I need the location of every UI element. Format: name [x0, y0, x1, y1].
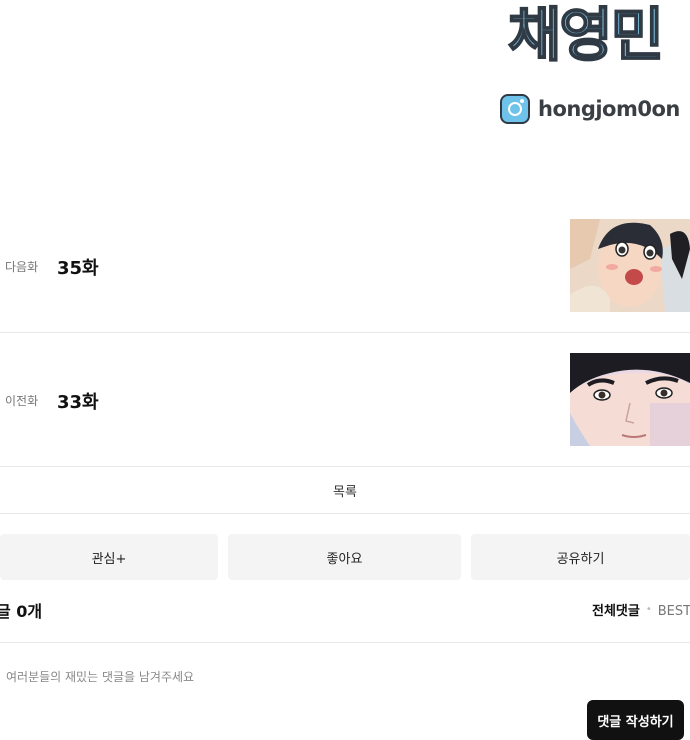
- interest-button[interactable]: 관심+: [0, 534, 218, 580]
- comment-count: 글 0개: [0, 602, 43, 621]
- prev-episode-label: 이전화: [5, 394, 39, 408]
- comment-tabs: 전체댓글 • BEST댓: [592, 600, 690, 619]
- next-episode-title[interactable]: 35화: [57, 254, 99, 280]
- prev-episode-thumbnail[interactable]: [570, 353, 690, 446]
- comment-input[interactable]: 여러분들의 재밌는 댓글을 남겨주세요: [6, 668, 194, 685]
- share-button[interactable]: 공유하기: [471, 534, 690, 580]
- like-button[interactable]: 좋아요: [228, 534, 461, 580]
- divider: [0, 466, 690, 467]
- tab-best-comments[interactable]: BEST댓: [658, 600, 690, 619]
- tab-separator: •: [645, 604, 652, 615]
- divider: [0, 513, 690, 514]
- instagram-icon: [500, 94, 530, 124]
- prev-episode-thumbnail-art: [570, 353, 690, 446]
- next-episode-label: 다음화: [5, 260, 39, 274]
- divider: [0, 332, 690, 333]
- next-episode-thumbnail-art: [570, 219, 690, 312]
- prev-episode-title[interactable]: 33화: [57, 388, 99, 414]
- write-comment-button[interactable]: 댓글 작성하기: [587, 700, 684, 740]
- author-name: 채영민: [507, 0, 665, 70]
- instagram-handle[interactable]: hongjom0on: [538, 97, 680, 121]
- instagram-credit[interactable]: hongjom0on: [500, 92, 680, 126]
- divider: [0, 642, 690, 643]
- next-episode-row[interactable]: 다음화 35화: [0, 218, 690, 314]
- next-episode-thumbnail[interactable]: [570, 219, 690, 312]
- tab-all-comments[interactable]: 전체댓글: [592, 600, 640, 619]
- prev-episode-row[interactable]: 이전화 33화: [0, 352, 690, 448]
- episode-list-link[interactable]: 목록: [0, 468, 690, 512]
